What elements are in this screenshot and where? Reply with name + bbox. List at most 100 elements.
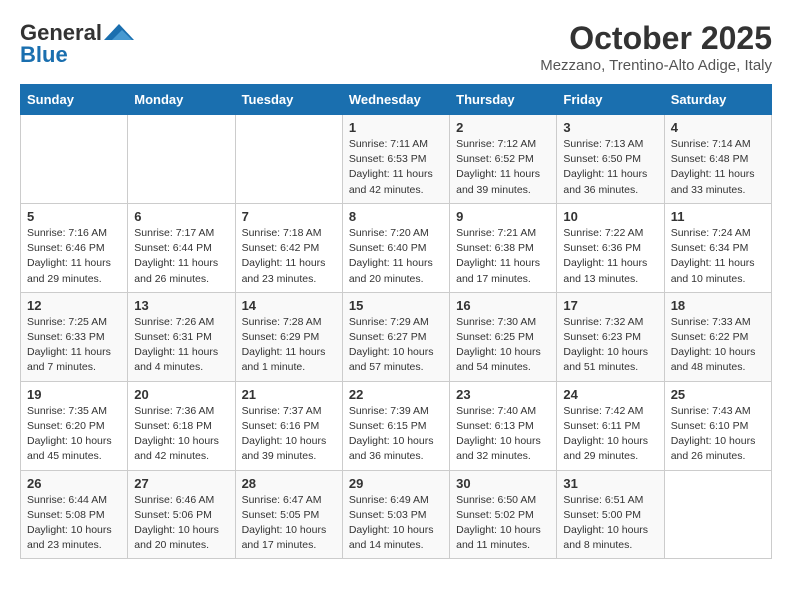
- week-row-1: 1 Sunrise: 7:11 AM Sunset: 6:53 PM Daylig…: [21, 115, 772, 204]
- day-info: Sunrise: 7:14 AM Sunset: 6:48 PM Dayligh…: [671, 137, 765, 198]
- logo-icon: [104, 22, 134, 44]
- location-subtitle: Mezzano, Trentino-Alto Adige, Italy: [540, 57, 772, 74]
- col-header-thursday: Thursday: [450, 85, 557, 115]
- day-number: 3: [563, 120, 657, 135]
- col-header-monday: Monday: [128, 85, 235, 115]
- day-number: 6: [134, 209, 228, 224]
- day-cell: 30 Sunrise: 6:50 AM Sunset: 5:02 PM Dayli…: [450, 470, 557, 559]
- col-header-tuesday: Tuesday: [235, 85, 342, 115]
- day-cell: 22 Sunrise: 7:39 AM Sunset: 6:15 PM Dayli…: [342, 381, 449, 470]
- day-number: 31: [563, 476, 657, 491]
- day-number: 27: [134, 476, 228, 491]
- day-cell: 21 Sunrise: 7:37 AM Sunset: 6:16 PM Dayli…: [235, 381, 342, 470]
- day-number: 26: [27, 476, 121, 491]
- day-info: Sunrise: 7:13 AM Sunset: 6:50 PM Dayligh…: [563, 137, 657, 198]
- day-cell: 11Sunrise: 7:24 AM Sunset: 6:34 PM Dayli…: [664, 203, 771, 292]
- day-number: 12: [27, 298, 121, 313]
- day-number: 8: [349, 209, 443, 224]
- day-info: Sunrise: 7:17 AM Sunset: 6:44 PM Dayligh…: [134, 226, 228, 287]
- day-cell: [235, 115, 342, 204]
- day-info: Sunrise: 7:42 AM Sunset: 6:11 PM Dayligh…: [563, 404, 657, 465]
- day-cell: 10Sunrise: 7:22 AM Sunset: 6:36 PM Dayli…: [557, 203, 664, 292]
- col-header-friday: Friday: [557, 85, 664, 115]
- day-number: 13: [134, 298, 228, 313]
- week-row-5: 26Sunrise: 6:44 AM Sunset: 5:08 PM Dayli…: [21, 470, 772, 559]
- day-info: Sunrise: 6:46 AM Sunset: 5:06 PM Dayligh…: [134, 493, 228, 554]
- day-number: 25: [671, 387, 765, 402]
- page-header: General Blue October 2025 Mezzano, Trent…: [20, 20, 772, 74]
- day-number: 19: [27, 387, 121, 402]
- day-cell: 18 Sunrise: 7:33 AM Sunset: 6:22 PM Dayli…: [664, 292, 771, 381]
- day-info: Sunrise: 7:18 AM Sunset: 6:42 PM Dayligh…: [242, 226, 336, 287]
- day-info: Sunrise: 7:21 AM Sunset: 6:38 PM Dayligh…: [456, 226, 550, 287]
- logo: General Blue: [20, 20, 134, 68]
- day-info: Sunrise: 7:39 AM Sunset: 6:15 PM Dayligh…: [349, 404, 443, 465]
- day-info: Sunrise: 7:16 AM Sunset: 6:46 PM Dayligh…: [27, 226, 121, 287]
- day-number: 9: [456, 209, 550, 224]
- day-cell: 3 Sunrise: 7:13 AM Sunset: 6:50 PM Daylig…: [557, 115, 664, 204]
- day-cell: 16 Sunrise: 7:30 AM Sunset: 6:25 PM Dayli…: [450, 292, 557, 381]
- day-info: Sunrise: 7:28 AM Sunset: 6:29 PM Dayligh…: [242, 315, 336, 376]
- col-header-saturday: Saturday: [664, 85, 771, 115]
- day-number: 17: [563, 298, 657, 313]
- day-info: Sunrise: 7:32 AM Sunset: 6:23 PM Dayligh…: [563, 315, 657, 376]
- day-cell: 26Sunrise: 6:44 AM Sunset: 5:08 PM Dayli…: [21, 470, 128, 559]
- week-row-4: 19 Sunrise: 7:35 AM Sunset: 6:20 PM Dayli…: [21, 381, 772, 470]
- day-cell: 20Sunrise: 7:36 AM Sunset: 6:18 PM Dayli…: [128, 381, 235, 470]
- day-cell: 23 Sunrise: 7:40 AM Sunset: 6:13 PM Dayli…: [450, 381, 557, 470]
- day-info: Sunrise: 7:37 AM Sunset: 6:16 PM Dayligh…: [242, 404, 336, 465]
- day-number: 21: [242, 387, 336, 402]
- day-cell: 29Sunrise: 6:49 AM Sunset: 5:03 PM Dayli…: [342, 470, 449, 559]
- day-number: 1: [349, 120, 443, 135]
- day-number: 4: [671, 120, 765, 135]
- day-number: 28: [242, 476, 336, 491]
- day-cell: [664, 470, 771, 559]
- col-header-sunday: Sunday: [21, 85, 128, 115]
- day-number: 22: [349, 387, 443, 402]
- day-cell: 1 Sunrise: 7:11 AM Sunset: 6:53 PM Daylig…: [342, 115, 449, 204]
- day-number: 14: [242, 298, 336, 313]
- title-block: October 2025 Mezzano, Trentino-Alto Adig…: [540, 20, 772, 74]
- day-info: Sunrise: 6:47 AM Sunset: 5:05 PM Dayligh…: [242, 493, 336, 554]
- day-info: Sunrise: 7:33 AM Sunset: 6:22 PM Dayligh…: [671, 315, 765, 376]
- day-cell: 4 Sunrise: 7:14 AM Sunset: 6:48 PM Daylig…: [664, 115, 771, 204]
- day-number: 23: [456, 387, 550, 402]
- logo-blue: Blue: [20, 42, 68, 68]
- day-cell: 9 Sunrise: 7:21 AM Sunset: 6:38 PM Daylig…: [450, 203, 557, 292]
- day-info: Sunrise: 7:29 AM Sunset: 6:27 PM Dayligh…: [349, 315, 443, 376]
- day-cell: 7 Sunrise: 7:18 AM Sunset: 6:42 PM Daylig…: [235, 203, 342, 292]
- day-cell: 15Sunrise: 7:29 AM Sunset: 6:27 PM Dayli…: [342, 292, 449, 381]
- day-number: 30: [456, 476, 550, 491]
- day-cell: 12Sunrise: 7:25 AM Sunset: 6:33 PM Dayli…: [21, 292, 128, 381]
- day-info: Sunrise: 7:12 AM Sunset: 6:52 PM Dayligh…: [456, 137, 550, 198]
- day-cell: 28 Sunrise: 6:47 AM Sunset: 5:05 PM Dayli…: [235, 470, 342, 559]
- day-info: Sunrise: 6:50 AM Sunset: 5:02 PM Dayligh…: [456, 493, 550, 554]
- day-info: Sunrise: 7:20 AM Sunset: 6:40 PM Dayligh…: [349, 226, 443, 287]
- day-cell: 14 Sunrise: 7:28 AM Sunset: 6:29 PM Dayli…: [235, 292, 342, 381]
- day-number: 2: [456, 120, 550, 135]
- month-title: October 2025: [540, 20, 772, 57]
- day-number: 5: [27, 209, 121, 224]
- day-info: Sunrise: 7:30 AM Sunset: 6:25 PM Dayligh…: [456, 315, 550, 376]
- day-cell: 2 Sunrise: 7:12 AM Sunset: 6:52 PM Daylig…: [450, 115, 557, 204]
- day-number: 18: [671, 298, 765, 313]
- day-cell: 13Sunrise: 7:26 AM Sunset: 6:31 PM Dayli…: [128, 292, 235, 381]
- day-info: Sunrise: 7:22 AM Sunset: 6:36 PM Dayligh…: [563, 226, 657, 287]
- day-cell: 25Sunrise: 7:43 AM Sunset: 6:10 PM Dayli…: [664, 381, 771, 470]
- day-info: Sunrise: 7:35 AM Sunset: 6:20 PM Dayligh…: [27, 404, 121, 465]
- day-cell: 17 Sunrise: 7:32 AM Sunset: 6:23 PM Dayli…: [557, 292, 664, 381]
- day-info: Sunrise: 7:36 AM Sunset: 6:18 PM Dayligh…: [134, 404, 228, 465]
- col-header-wednesday: Wednesday: [342, 85, 449, 115]
- day-info: Sunrise: 6:51 AM Sunset: 5:00 PM Dayligh…: [563, 493, 657, 554]
- day-cell: 8 Sunrise: 7:20 AM Sunset: 6:40 PM Daylig…: [342, 203, 449, 292]
- day-info: Sunrise: 7:40 AM Sunset: 6:13 PM Dayligh…: [456, 404, 550, 465]
- calendar-table: SundayMondayTuesdayWednesdayThursdayFrid…: [20, 84, 772, 559]
- calendar-header-row: SundayMondayTuesdayWednesdayThursdayFrid…: [21, 85, 772, 115]
- day-info: Sunrise: 7:24 AM Sunset: 6:34 PM Dayligh…: [671, 226, 765, 287]
- day-info: Sunrise: 6:49 AM Sunset: 5:03 PM Dayligh…: [349, 493, 443, 554]
- day-cell: 19 Sunrise: 7:35 AM Sunset: 6:20 PM Dayli…: [21, 381, 128, 470]
- day-number: 7: [242, 209, 336, 224]
- day-number: 16: [456, 298, 550, 313]
- day-cell: [21, 115, 128, 204]
- day-info: Sunrise: 7:11 AM Sunset: 6:53 PM Dayligh…: [349, 137, 443, 198]
